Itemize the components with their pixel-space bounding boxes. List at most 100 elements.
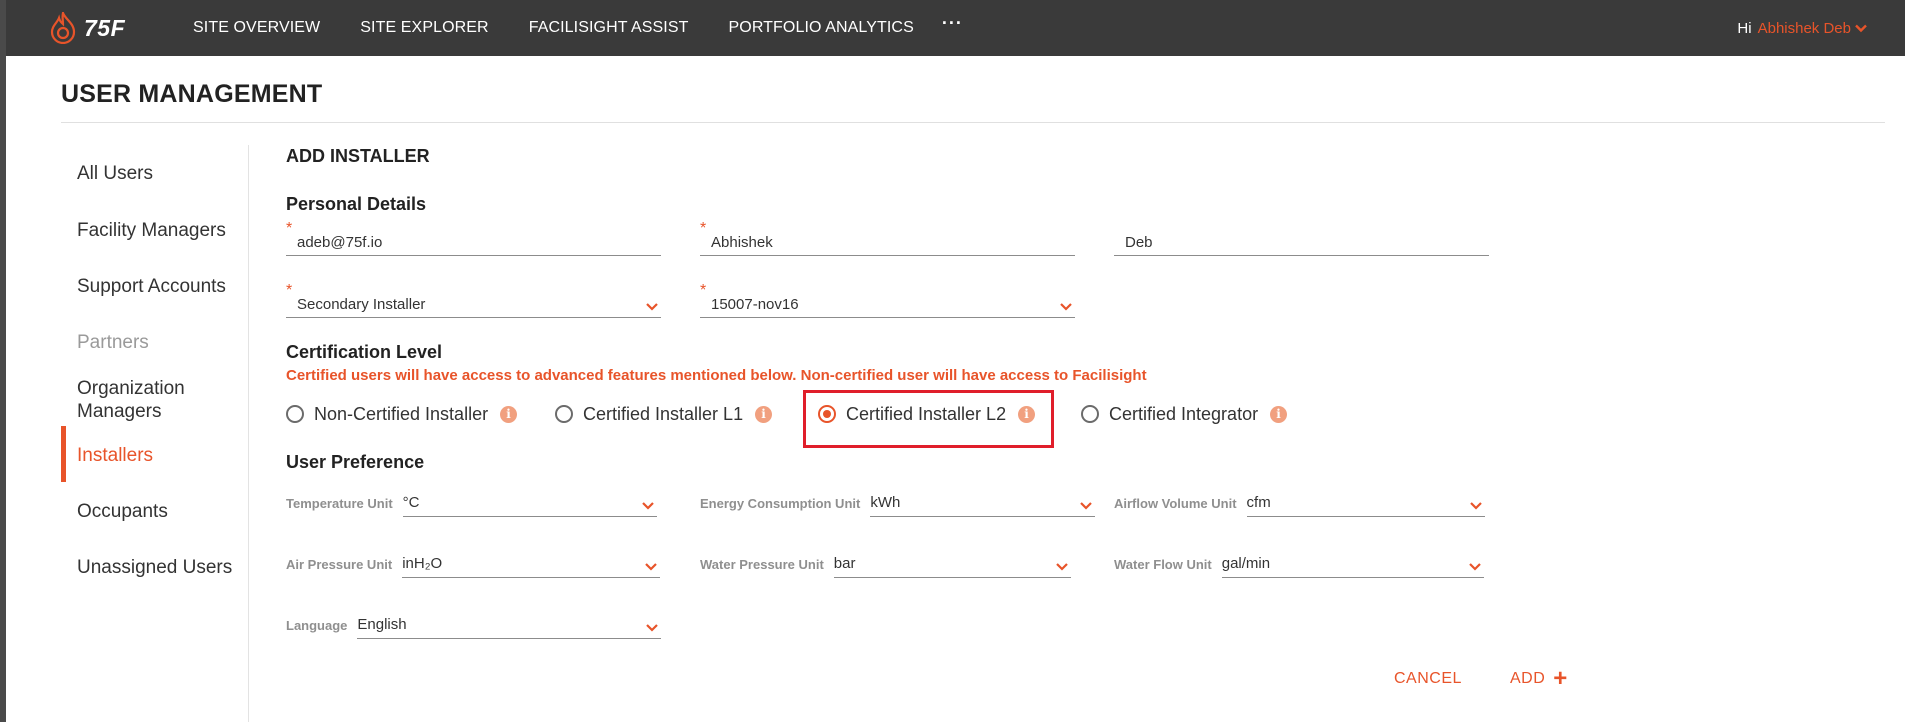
- water-pressure-unit-value: bar: [833, 555, 856, 572]
- radio-label: Certified Integrator: [1109, 403, 1259, 424]
- required-marker: *: [700, 282, 707, 299]
- nav-facilisight-assist[interactable]: FACILISIGHT ASSIST: [529, 19, 689, 37]
- language-select[interactable]: English: [357, 609, 662, 639]
- temperature-unit-field: Temperature Unit °C: [286, 487, 657, 517]
- water-pressure-unit-field: Water Pressure Unit bar: [700, 548, 1071, 578]
- chevron-down-icon: [1468, 563, 1481, 571]
- sidebar-active-indicator: [61, 426, 66, 482]
- airflow-unit-label: Airflow Volume Unit: [1114, 496, 1237, 511]
- main-nav: SITE OVERVIEW SITE EXPLORER FACILISIGHT …: [193, 0, 963, 56]
- air-pressure-unit-select[interactable]: inH₂O: [402, 548, 661, 578]
- temperature-unit-label: Temperature Unit: [286, 496, 393, 511]
- email-value: adeb@75f.io: [297, 234, 383, 251]
- last-name-field[interactable]: Deb: [1114, 226, 1489, 256]
- chevron-down-icon: [1060, 303, 1072, 311]
- info-icon[interactable]: i: [1270, 405, 1288, 423]
- info-icon[interactable]: i: [755, 405, 773, 423]
- flame-logo-icon: [50, 12, 76, 44]
- sidebar-group-partners: Partners: [77, 332, 149, 353]
- page-title: USER MANAGEMENT: [61, 80, 323, 108]
- sidebar-item-installers[interactable]: Installers: [77, 444, 153, 467]
- installer-role-value: Secondary Installer: [297, 296, 426, 313]
- certification-heading: Certification Level: [286, 342, 443, 362]
- language-field: Language English: [286, 609, 662, 639]
- email-field[interactable]: * adeb@75f.io: [286, 220, 661, 256]
- water-pressure-unit-label: Water Pressure Unit: [700, 557, 824, 572]
- cancel-label: CANCEL: [1394, 670, 1462, 687]
- selection-highlight-box: [803, 390, 1054, 448]
- water-flow-unit-label: Water Flow Unit: [1114, 557, 1212, 572]
- radio-label: Certified Installer L1: [583, 403, 744, 424]
- chevron-down-icon: [646, 303, 658, 311]
- radio-label: Non-Certified Installer: [314, 403, 489, 424]
- brand-name: 75F: [84, 14, 126, 41]
- language-label: Language: [286, 618, 348, 633]
- title-divider: [61, 122, 1885, 123]
- water-flow-unit-value: gal/min: [1221, 555, 1271, 572]
- sidebar-item-occupants[interactable]: Occupants: [77, 500, 168, 523]
- chevron-down-icon: [645, 563, 657, 571]
- site-select[interactable]: * 15007-nov16: [700, 282, 1075, 318]
- radio-button[interactable]: [555, 405, 573, 423]
- site-value: 15007-nov16: [711, 296, 799, 313]
- first-name-field[interactable]: * Abhishek: [700, 220, 1075, 256]
- greeting-text: Hi: [1737, 19, 1752, 37]
- airflow-unit-value: cfm: [1246, 494, 1271, 511]
- temperature-unit-select[interactable]: °C: [402, 487, 657, 517]
- plus-icon: +: [1553, 665, 1568, 692]
- energy-unit-value: kWh: [870, 494, 901, 511]
- required-marker: *: [286, 220, 293, 237]
- nav-portfolio-analytics[interactable]: PORTFOLIO ANALYTICS: [729, 19, 914, 37]
- radio-non-certified-installer[interactable]: Non-Certified Installer i: [286, 402, 518, 426]
- info-icon[interactable]: i: [500, 405, 518, 423]
- radio-button[interactable]: [1081, 405, 1099, 423]
- user-preference-heading: User Preference: [286, 452, 425, 472]
- user-greeting: Hi Abhishek Deb: [1737, 0, 1867, 56]
- energy-unit-field: Energy Consumption Unit kWh: [700, 487, 1096, 517]
- chevron-down-icon: [1855, 24, 1867, 32]
- chevron-down-icon: [646, 624, 659, 632]
- left-edge-bar: [0, 56, 6, 722]
- nav-site-overview[interactable]: SITE OVERVIEW: [193, 19, 320, 37]
- nav-site-explorer[interactable]: SITE EXPLORER: [360, 19, 488, 37]
- last-name-value: Deb: [1125, 234, 1153, 251]
- air-pressure-unit-field: Air Pressure Unit inH₂O: [286, 548, 661, 578]
- first-name-value: Abhishek: [711, 234, 773, 251]
- top-navbar: 75F SITE OVERVIEW SITE EXPLORER FACILISI…: [0, 0, 1905, 56]
- sidebar-item-support-accounts[interactable]: Support Accounts: [77, 275, 226, 298]
- radio-button[interactable]: [286, 405, 304, 423]
- nav-more-icon[interactable]: ···: [942, 13, 963, 34]
- chevron-down-icon: [641, 502, 654, 510]
- airflow-unit-field: Airflow Volume Unit cfm: [1114, 487, 1485, 517]
- sidebar-item-organization-managers[interactable]: Organization Managers: [77, 377, 227, 423]
- airflow-unit-select[interactable]: cfm: [1246, 487, 1485, 517]
- radio-certified-integrator[interactable]: Certified Integrator i: [1081, 402, 1288, 426]
- required-marker: *: [700, 220, 707, 237]
- water-flow-unit-field: Water Flow Unit gal/min: [1114, 548, 1484, 578]
- add-button[interactable]: ADD +: [1510, 665, 1568, 692]
- user-type-sidebar: All Users Facility Managers Support Acco…: [61, 145, 249, 722]
- cancel-button[interactable]: CANCEL: [1394, 670, 1462, 688]
- temperature-unit-value: °C: [402, 494, 420, 511]
- form-heading: ADD INSTALLER: [286, 146, 430, 166]
- sidebar-item-facility-managers[interactable]: Facility Managers: [77, 219, 226, 242]
- certification-note: Certified users will have access to adva…: [286, 367, 1147, 384]
- radio-certified-installer-l1[interactable]: Certified Installer L1 i: [555, 402, 773, 426]
- energy-unit-select[interactable]: kWh: [870, 487, 1096, 517]
- installer-role-select[interactable]: * Secondary Installer: [286, 282, 661, 318]
- water-flow-unit-select[interactable]: gal/min: [1221, 548, 1484, 578]
- required-marker: *: [286, 282, 293, 299]
- water-pressure-unit-select[interactable]: bar: [833, 548, 1071, 578]
- user-menu[interactable]: Abhishek Deb: [1758, 20, 1867, 37]
- personal-details-heading: Personal Details: [286, 194, 427, 214]
- air-pressure-unit-value: inH₂O: [402, 555, 443, 572]
- sidebar-item-unassigned-users[interactable]: Unassigned Users: [77, 556, 232, 579]
- chevron-down-icon: [1056, 563, 1068, 571]
- user-name: Abhishek Deb: [1757, 19, 1851, 37]
- brand-logo[interactable]: 75F: [50, 12, 125, 44]
- add-label: ADD: [1510, 670, 1546, 687]
- chevron-down-icon: [1469, 502, 1482, 510]
- sidebar-item-all-users[interactable]: All Users: [77, 162, 153, 185]
- language-value: English: [357, 616, 407, 633]
- air-pressure-unit-label: Air Pressure Unit: [286, 557, 393, 572]
